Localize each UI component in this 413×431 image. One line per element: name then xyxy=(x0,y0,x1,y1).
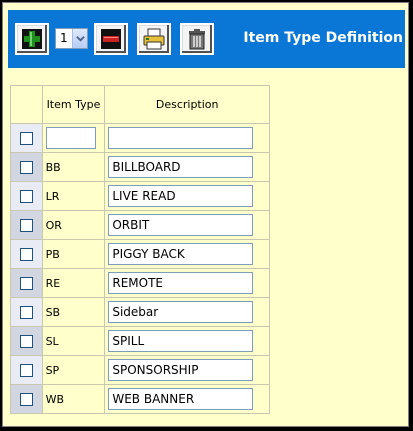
description-input[interactable]: SPILL xyxy=(108,330,254,352)
remove-button[interactable] xyxy=(94,23,128,55)
new-item-type-input[interactable] xyxy=(45,127,96,149)
table-row: SB Sidebar xyxy=(10,297,270,327)
new-description-input[interactable] xyxy=(108,127,254,149)
item-type-code: SP xyxy=(45,364,60,377)
description-input[interactable]: ORBIT xyxy=(108,214,254,236)
print-button[interactable] xyxy=(137,23,171,55)
row-checkbox[interactable] xyxy=(19,277,33,290)
table-row: SP SPONSORSHIP xyxy=(10,355,270,385)
page-title: Item Type Definition xyxy=(243,30,403,46)
item-type-code: LR xyxy=(45,190,60,203)
item-type-header: Item Type xyxy=(41,85,106,124)
description-input[interactable]: REMOTE xyxy=(108,272,254,294)
table-header-row: Item Type Description xyxy=(10,85,270,124)
item-type-code: BB xyxy=(45,161,61,174)
new-row-checkbox[interactable] xyxy=(19,132,33,145)
table-row: RE REMOTE xyxy=(10,268,270,298)
plus-icon xyxy=(22,29,42,49)
printer-icon xyxy=(143,28,165,50)
row-count-select[interactable]: 1 xyxy=(55,28,88,49)
new-item-row xyxy=(10,123,270,153)
description-header: Description xyxy=(104,85,270,124)
row-checkbox[interactable] xyxy=(19,393,33,406)
description-input[interactable]: WEB BANNER xyxy=(108,388,254,410)
description-input[interactable]: Sidebar xyxy=(108,301,254,323)
trash-icon xyxy=(189,29,205,50)
description-input[interactable]: LIVE READ xyxy=(108,185,254,207)
item-type-code: SB xyxy=(45,306,61,319)
item-type-code: PB xyxy=(45,248,60,261)
row-count-value: 1 xyxy=(60,31,68,45)
item-type-code: RE xyxy=(45,277,61,290)
item-type-code: SL xyxy=(45,335,59,348)
row-checkbox[interactable] xyxy=(19,335,33,348)
table-row: LR LIVE READ xyxy=(10,181,270,211)
chevron-down-icon xyxy=(72,29,87,48)
add-button[interactable] xyxy=(15,23,49,55)
row-checkbox[interactable] xyxy=(19,248,33,261)
description-input[interactable]: SPONSORSHIP xyxy=(108,359,254,381)
item-type-code: OR xyxy=(45,219,62,232)
row-checkbox[interactable] xyxy=(19,306,33,319)
table-row: BB BILLBOARD xyxy=(10,152,270,182)
table-row: OR ORBIT xyxy=(10,210,270,240)
item-type-table: Item Type Description BB BILLBOARD LR LIVE … xyxy=(10,85,270,414)
item-type-code: WB xyxy=(45,393,65,406)
delete-button[interactable] xyxy=(180,23,214,55)
description-input[interactable]: BILLBOARD xyxy=(108,156,254,178)
app-window: 1 Item Type Definition Item Type Descrip… xyxy=(2,2,409,427)
row-checkbox[interactable] xyxy=(19,161,33,174)
table-row: SL SPILL xyxy=(10,326,270,356)
table-row: PB PIGGY BACK xyxy=(10,239,270,269)
table-row: WB WEB BANNER xyxy=(10,384,270,414)
select-column-header xyxy=(10,85,43,124)
minus-icon xyxy=(101,29,121,49)
toolbar: 1 Item Type Definition xyxy=(8,10,405,68)
row-checkbox[interactable] xyxy=(19,190,33,203)
description-input[interactable]: PIGGY BACK xyxy=(108,243,254,265)
row-checkbox[interactable] xyxy=(19,219,33,232)
row-checkbox[interactable] xyxy=(19,364,33,377)
